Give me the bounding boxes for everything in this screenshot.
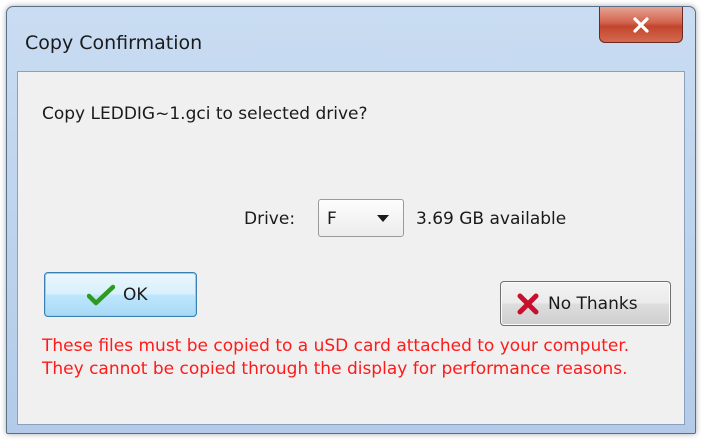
checkmark-icon [86,284,116,306]
red-x-icon [516,292,540,316]
drive-label: Drive: [244,209,296,229]
no-thanks-button-label: No Thanks [548,293,638,314]
title-bar[interactable]: Copy Confirmation [7,7,695,71]
dialog-window: Copy Confirmation Copy LEDDIG~1.gci to s… [6,6,696,434]
drive-selected-value: F [327,209,337,229]
close-button[interactable] [599,7,683,43]
ok-button-label: OK [123,284,148,305]
ok-button[interactable]: OK [44,272,197,317]
no-thanks-button[interactable]: No Thanks [500,281,671,326]
chevron-down-icon [377,215,389,222]
window-title: Copy Confirmation [25,32,203,54]
dialog-body: Copy LEDDIG~1.gci to selected drive? Dri… [17,71,685,425]
drive-dropdown[interactable]: F [318,199,404,237]
warning-message: These files must be copied to a uSD card… [42,336,630,379]
close-icon [633,16,649,33]
available-space: 3.69 GB available [416,209,567,229]
confirmation-question: Copy LEDDIG~1.gci to selected drive? [42,104,368,124]
